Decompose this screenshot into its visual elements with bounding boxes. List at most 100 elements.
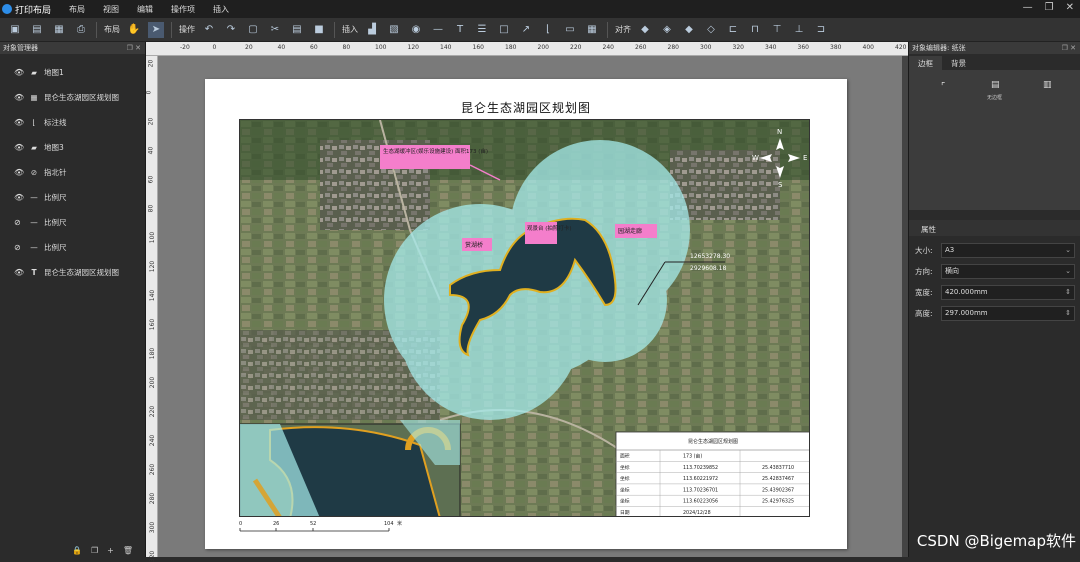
ruler-tick: 260 bbox=[149, 464, 156, 475]
prop-row-height: 高度:297.000mm⇕ bbox=[909, 303, 1080, 324]
ruler-tick: 0 bbox=[145, 91, 152, 95]
save-icon[interactable]: ▦ bbox=[51, 22, 67, 38]
eye-icon[interactable]: 👁 bbox=[14, 93, 24, 102]
stepper-icon[interactable]: ⇕ bbox=[1065, 307, 1071, 320]
print-icon[interactable]: ⎙ bbox=[73, 22, 89, 38]
width-stepper[interactable]: 420.000mm⇕ bbox=[941, 285, 1075, 300]
delete-icon[interactable]: ■ bbox=[311, 22, 327, 38]
eye-icon[interactable]: 👁 bbox=[14, 118, 24, 127]
insert-arrow-icon[interactable]: ↗ bbox=[518, 22, 534, 38]
pan-hand-icon[interactable]: ✋ bbox=[126, 22, 142, 38]
border-none-icon[interactable]: ⌜ bbox=[941, 82, 945, 92]
tab-border[interactable]: 边框 bbox=[909, 56, 942, 70]
map-title[interactable]: 昆仑生态湖园区规划图 bbox=[205, 99, 847, 116]
align-middle-icon[interactable]: ⊥ bbox=[791, 22, 807, 38]
lock-icon[interactable]: 🔒 bbox=[72, 546, 82, 555]
select-pointer-icon[interactable]: ➤ bbox=[148, 22, 164, 38]
undo-icon[interactable]: ↶ bbox=[201, 22, 217, 38]
minimize-icon[interactable]: — bbox=[1023, 2, 1033, 13]
table-cell: 坐标 bbox=[620, 486, 630, 493]
insert-image-icon[interactable]: ▧ bbox=[386, 22, 402, 38]
insert-map-icon[interactable]: ▟ bbox=[364, 22, 380, 38]
border-double-icon[interactable]: ▥ bbox=[1043, 80, 1052, 90]
duplicate-icon[interactable]: ❐ bbox=[91, 546, 98, 555]
insert-compass-icon[interactable]: ◉ bbox=[408, 22, 424, 38]
info-table[interactable]: 昆仑生态湖园区规划图 面积173 (亩)坐标113.7023985225.438… bbox=[616, 432, 810, 517]
height-stepper[interactable]: 297.000mm⇕ bbox=[941, 306, 1075, 321]
map-frame[interactable]: 生态湖缓冲区(娱乐设施建设) 面积173 (亩) 赏湖桥 观景台 (拍照打卡) … bbox=[239, 119, 810, 517]
layer-up-icon[interactable]: ◆ bbox=[637, 22, 653, 38]
add-icon[interactable]: + bbox=[107, 546, 114, 555]
stepper-icon[interactable]: ⇕ bbox=[1065, 286, 1071, 299]
menu-view[interactable]: 视图 bbox=[103, 4, 119, 15]
restore-icon[interactable]: ❐ bbox=[1045, 2, 1054, 13]
ruler-tick: 280 bbox=[668, 44, 679, 51]
align-center-icon[interactable]: ⊓ bbox=[747, 22, 763, 38]
align-right-icon[interactable]: ⊐ bbox=[813, 22, 829, 38]
layer-item[interactable]: 👁⌊标注线 bbox=[0, 110, 145, 135]
ruler-tick: 400 bbox=[863, 44, 874, 51]
eye-hidden-icon[interactable]: ⊘ bbox=[14, 218, 24, 227]
orientation-select[interactable]: 横向⌄ bbox=[941, 264, 1075, 279]
insert-line-icon[interactable]: — bbox=[430, 22, 446, 38]
layer-item[interactable]: 👁▰地图1 bbox=[0, 60, 145, 85]
inset-map[interactable] bbox=[240, 420, 460, 517]
eye-icon[interactable]: 👁 bbox=[14, 168, 24, 177]
layer-item[interactable]: 👁T昆仑生态湖园区规划图 bbox=[0, 260, 145, 285]
border-none-label: 无边框 bbox=[987, 94, 1002, 101]
eye-icon[interactable]: 👁 bbox=[14, 143, 24, 152]
prop-label: 大小: bbox=[915, 245, 941, 256]
align-left-icon[interactable]: ⊏ bbox=[725, 22, 741, 38]
scale-bar[interactable]: 0 26 52 104 米 bbox=[239, 519, 439, 539]
layer-item[interactable]: 👁▰地图3 bbox=[0, 135, 145, 160]
layer-item[interactable]: 👁⊘指北针 bbox=[0, 160, 145, 185]
layer-bottom-icon[interactable]: ◇ bbox=[703, 22, 719, 38]
layout-canvas[interactable]: 昆仑生态湖园区规划图 bbox=[158, 56, 902, 557]
insert-list-icon[interactable]: ☰ bbox=[474, 22, 490, 38]
layer-item[interactable]: ⊘—比例尺 bbox=[0, 210, 145, 235]
menu-insert[interactable]: 插入 bbox=[213, 4, 229, 15]
table-title: 昆仑生态湖园区规划图 bbox=[688, 438, 738, 445]
layout-page[interactable]: 昆仑生态湖园区规划图 bbox=[205, 79, 847, 549]
new-layout-icon[interactable]: ▣ bbox=[7, 22, 23, 38]
layer-top-icon[interactable]: ◆ bbox=[681, 22, 697, 38]
panel-close-icon[interactable]: ❐ ✕ bbox=[127, 42, 141, 54]
toolbar: ▣ ▤ ▦ ⎙ 布局 ✋ ➤ 操作 ↶ ↷ ▢ ✂ ▤ ■ 插入 ▟ ▧ ◉ —… bbox=[0, 18, 1080, 42]
panel-close-icon[interactable]: ❐ ✕ bbox=[1062, 42, 1076, 54]
layer-down-icon[interactable]: ◈ bbox=[659, 22, 675, 38]
north-e: E bbox=[803, 154, 807, 162]
close-icon[interactable]: ✕ bbox=[1066, 2, 1074, 13]
table-cell: 113.60223056 bbox=[683, 499, 718, 505]
insert-label-icon[interactable]: ▭ bbox=[562, 22, 578, 38]
copy-icon[interactable]: ▢ bbox=[245, 22, 261, 38]
menu-layout[interactable]: 布局 bbox=[69, 4, 85, 15]
menu-edit[interactable]: 编辑 bbox=[137, 4, 153, 15]
ruler-tick: 100 bbox=[149, 232, 156, 243]
tab-background[interactable]: 背景 bbox=[942, 56, 975, 70]
eye-icon[interactable]: 👁 bbox=[14, 268, 24, 277]
eye-hidden-icon[interactable]: ⊘ bbox=[14, 243, 24, 252]
redo-icon[interactable]: ↷ bbox=[223, 22, 239, 38]
insert-polyline-icon[interactable]: ⌊ bbox=[540, 22, 556, 38]
eye-icon[interactable]: 👁 bbox=[14, 68, 24, 77]
border-single-icon[interactable]: ▤ bbox=[991, 80, 1000, 90]
align-top-icon[interactable]: ⊤ bbox=[769, 22, 785, 38]
size-select[interactable]: A3⌄ bbox=[941, 243, 1075, 258]
layer-item[interactable]: ⊘—比例尺 bbox=[0, 235, 145, 260]
scale-icon: — bbox=[28, 218, 40, 227]
table-cell: 坐标 bbox=[620, 464, 630, 471]
eye-icon[interactable]: 👁 bbox=[14, 193, 24, 202]
insert-rect-icon[interactable]: □ bbox=[496, 22, 512, 38]
insert-text-icon[interactable]: T bbox=[452, 22, 468, 38]
object-manager-title: 对象管理器 bbox=[3, 44, 38, 52]
open-icon[interactable]: ▤ bbox=[29, 22, 45, 38]
paste-icon[interactable]: ▤ bbox=[289, 22, 305, 38]
trash-icon[interactable]: 🗑 bbox=[123, 546, 133, 555]
menu-actions[interactable]: 操作项 bbox=[171, 4, 195, 15]
layer-item[interactable]: 👁▦昆仑生态湖园区规划图 bbox=[0, 85, 145, 110]
layer-item[interactable]: 👁—比例尺 bbox=[0, 185, 145, 210]
cut-icon[interactable]: ✂ bbox=[267, 22, 283, 38]
insert-table-icon[interactable]: ▦ bbox=[584, 22, 600, 38]
orientation-value: 横向 bbox=[945, 267, 959, 275]
ruler-tick: 140 bbox=[149, 290, 156, 301]
